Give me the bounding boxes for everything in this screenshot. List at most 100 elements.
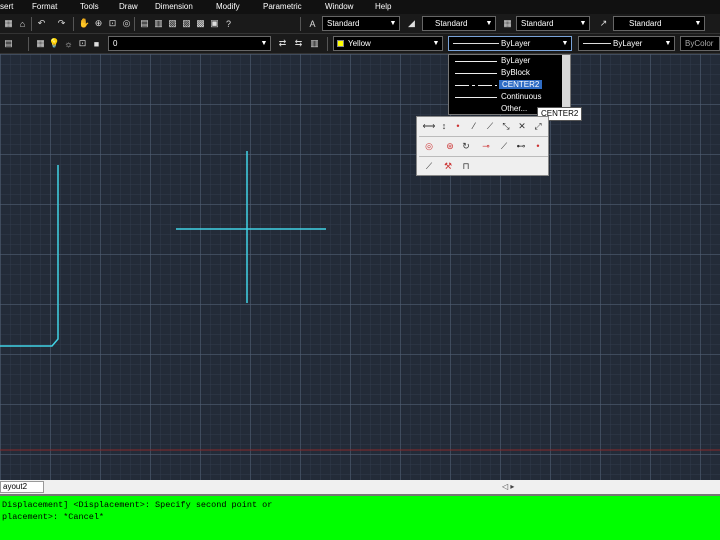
multileader-style-combo[interactable]: Standard ▼ (613, 16, 705, 31)
sheet-set-icon[interactable]: ▨ (180, 17, 193, 30)
center-mark-icon[interactable]: • (531, 139, 545, 153)
chevron-down-icon[interactable]: ▼ (259, 38, 269, 49)
menu-modify[interactable]: Modify (216, 2, 240, 11)
pan-icon[interactable]: ✋ (78, 17, 91, 30)
layer-freeze-icon[interactable]: ☼ (62, 37, 75, 50)
tab-scroll-icon[interactable]: ◁ ▸ (502, 482, 514, 491)
multileader-style-value: Standard (629, 19, 662, 28)
quick-dimension-icon[interactable]: ◎ (422, 139, 436, 153)
layer-previous-icon[interactable]: ⇆ (292, 37, 305, 50)
layer-on-icon[interactable]: 💡 (48, 37, 61, 50)
chevron-down-icon[interactable]: ▼ (388, 18, 398, 29)
calculator-icon[interactable]: ▣ (208, 17, 221, 30)
menu-dimension[interactable]: Dimension (155, 2, 193, 11)
dimension-space-icon[interactable]: ⊸ (479, 139, 493, 153)
baseline-dimension-icon[interactable]: ⊛ (443, 139, 457, 153)
tolerance-icon[interactable]: ⊷ (514, 139, 528, 153)
aligned-dimension-icon[interactable]: ↕ (437, 119, 451, 133)
linetype-combo[interactable]: ByLayer ▼ (448, 36, 572, 51)
command-history-line: Displacement] <Displacement>: Specify se… (2, 500, 273, 510)
chevron-down-icon[interactable]: ▼ (663, 38, 673, 49)
arc-length-icon[interactable]: • (451, 119, 465, 133)
plotstyle-combo[interactable]: ByColor (680, 36, 720, 51)
linetype-option-bylayer[interactable]: ByLayer (449, 55, 570, 67)
dimension-edit-icon[interactable]: ⊓ (459, 159, 473, 173)
menu-draw[interactable]: Draw (119, 2, 138, 11)
help-icon[interactable]: ? (222, 17, 235, 30)
linetype-option-byblock[interactable]: ByBlock (449, 67, 570, 79)
table-style-combo[interactable]: Standard ▼ (516, 16, 590, 31)
layer-icon[interactable]: ▦ (34, 37, 47, 50)
layer-color-icon[interactable]: ■ (90, 37, 103, 50)
lineweight-value: ByLayer (613, 39, 643, 48)
redo-icon[interactable]: ↷ (55, 17, 68, 30)
tab-layout2[interactable]: ayout2 (0, 481, 44, 493)
linetype-preview (455, 97, 497, 98)
dimension-style-icon[interactable]: ◢ (405, 17, 418, 30)
linetype-option-label: Other... (501, 104, 528, 113)
toolbar-separator (31, 17, 32, 31)
layers-properties-toolbar: ▤ ▦ 💡 ☼ ⊡ ■ 0 ▼ ⇄ ⇆ ▥ Yellow ▼ ByLayer ▼… (0, 34, 720, 54)
linetype-preview (455, 85, 497, 86)
chevron-down-icon[interactable]: ▼ (560, 38, 570, 49)
dropdown-scrollbar[interactable] (562, 55, 570, 114)
command-history-line: placement>: *Cancel* (2, 512, 105, 522)
chevron-down-icon[interactable]: ▼ (578, 18, 588, 29)
plotstyle-value: ByColor (685, 39, 714, 48)
paste-icon[interactable]: ▦ (2, 17, 15, 30)
command-line[interactable]: Displacement] <Displacement>: Specify se… (0, 494, 720, 540)
jogged-linear-icon[interactable]: ⚒ (441, 159, 455, 173)
table-style-icon[interactable]: ▦ (501, 17, 514, 30)
toolbar-separator (134, 17, 135, 31)
drawing-canvas[interactable] (0, 54, 720, 480)
inspection-icon[interactable]: ⟋ (422, 159, 436, 173)
layer-combo[interactable]: 0 ▼ (108, 36, 271, 51)
layer-manager-icon[interactable]: ▤ (2, 37, 15, 50)
layer-lock-icon[interactable]: ⊡ (76, 37, 89, 50)
zoom-previous-icon[interactable]: ◎ (120, 17, 133, 30)
toolbar-separator (419, 136, 548, 137)
linetype-value: ByLayer (501, 39, 531, 48)
zoom-window-icon[interactable]: ⊡ (106, 17, 119, 30)
menu-format[interactable]: Format (32, 2, 57, 11)
continue-dimension-icon[interactable]: ↻ (459, 139, 473, 153)
menu-insert[interactable]: sert (0, 2, 13, 11)
jogged-dimension-icon[interactable]: ⤡ (499, 119, 513, 133)
dimension-break-icon[interactable]: ⟋ (497, 139, 511, 153)
linear-dimension-icon[interactable]: ⟷ (422, 119, 436, 133)
radius-dimension-icon[interactable]: ⟋ (483, 119, 497, 133)
text-style-icon[interactable]: A (306, 17, 319, 30)
menu-tools[interactable]: Tools (80, 2, 99, 11)
markup-icon[interactable]: ▩ (194, 17, 207, 30)
multileader-style-icon[interactable]: ↗ (597, 17, 610, 30)
polyline-corner[interactable] (0, 165, 59, 347)
make-current-icon[interactable]: ⇄ (276, 37, 289, 50)
color-combo[interactable]: Yellow ▼ (333, 36, 443, 51)
layer-state-icon[interactable]: ▥ (308, 37, 321, 50)
dimension-style-combo[interactable]: Standard ▼ (422, 16, 496, 31)
toolbar-separator (28, 37, 29, 51)
ordinate-dimension-icon[interactable]: ⁄ (467, 119, 481, 133)
lineweight-combo[interactable]: ByLayer ▼ (578, 36, 675, 51)
linetype-option-center2[interactable]: CENTER2 (449, 79, 570, 91)
design-center-icon[interactable]: ▥ (152, 17, 165, 30)
toolbar-separator (73, 17, 74, 31)
chevron-down-icon[interactable]: ▼ (484, 18, 494, 29)
tool-palettes-icon[interactable]: ▧ (166, 17, 179, 30)
angular-dimension-icon[interactable]: ⤢ (531, 119, 545, 133)
diameter-dimension-icon[interactable]: ✕ (515, 119, 529, 133)
toolbar-separator (327, 37, 328, 51)
menu-help[interactable]: Help (375, 2, 391, 11)
linetype-dropdown-list[interactable]: ByLayer ByBlock CENTER2 Continuous Other… (448, 54, 571, 115)
undo-icon[interactable]: ↶ (35, 17, 48, 30)
properties-icon[interactable]: ▤ (138, 17, 151, 30)
text-style-combo[interactable]: Standard ▼ (322, 16, 400, 31)
match-properties-icon[interactable]: ⌂ (16, 17, 29, 30)
menu-window[interactable]: Window (325, 2, 353, 11)
zoom-realtime-icon[interactable]: ⊕ (92, 17, 105, 30)
chevron-down-icon[interactable]: ▼ (693, 18, 703, 29)
chevron-down-icon[interactable]: ▼ (431, 38, 441, 49)
table-style-value: Standard (521, 19, 554, 28)
menu-parametric[interactable]: Parametric (263, 2, 302, 11)
linetype-option-continuous[interactable]: Continuous (449, 91, 570, 103)
